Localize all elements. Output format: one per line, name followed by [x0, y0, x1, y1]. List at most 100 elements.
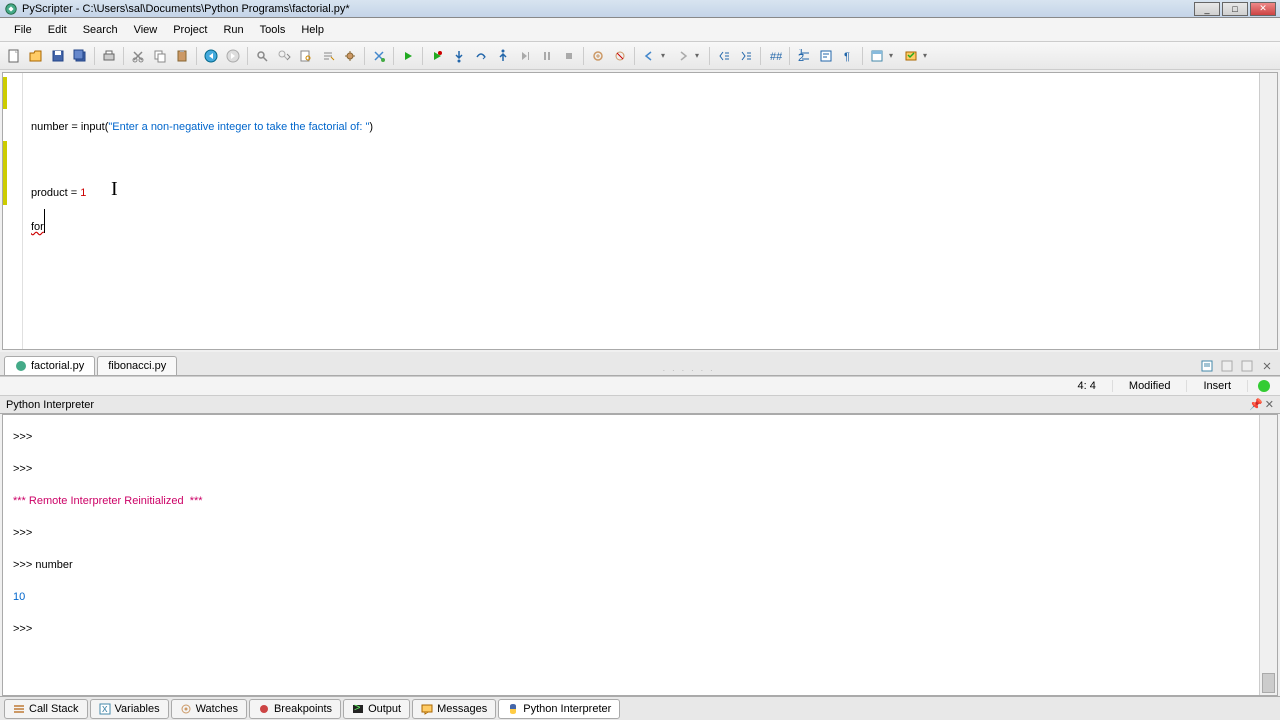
save-button[interactable] — [48, 46, 68, 66]
toggle-breakpoint-button[interactable] — [588, 46, 608, 66]
special-chars-button[interactable]: ¶ — [838, 46, 858, 66]
tab-breakpoints[interactable]: Breakpoints — [249, 699, 341, 719]
tab-call-stack[interactable]: Call Stack — [4, 699, 88, 719]
layout-button[interactable] — [867, 46, 887, 66]
copy-button[interactable] — [150, 46, 170, 66]
console-line: >>> — [13, 453, 1267, 485]
menu-view[interactable]: View — [126, 21, 166, 39]
configure-button[interactable] — [340, 46, 360, 66]
tab-factorial[interactable]: factorial.py — [4, 356, 95, 375]
debug-button[interactable] — [427, 46, 447, 66]
tab-next-button[interactable] — [1238, 357, 1256, 375]
editor-scrollbar[interactable] — [1259, 73, 1277, 349]
tab-output[interactable]: > Output — [343, 699, 410, 719]
console-line: >>> — [13, 517, 1267, 549]
nav-forward-dropdown[interactable]: ▾ — [695, 51, 705, 60]
tab-close-button[interactable] — [1258, 357, 1276, 375]
tab-fibonacci[interactable]: fibonacci.py — [97, 356, 177, 375]
save-all-button[interactable] — [70, 46, 90, 66]
python-interpreter-console[interactable]: >>> >>> *** Remote Interpreter Reinitial… — [2, 414, 1278, 696]
tab-variables[interactable]: x Variables — [90, 699, 169, 719]
status-bar: 4: 4 Modified Insert — [0, 376, 1280, 396]
tabs-grip[interactable]: · · · · · · — [179, 365, 1198, 375]
tab-watches[interactable]: Watches — [171, 699, 247, 719]
options-dropdown[interactable]: ▾ — [923, 51, 933, 60]
step-over-button[interactable] — [471, 46, 491, 66]
find-next-button[interactable] — [274, 46, 294, 66]
tab-label: Python Interpreter — [523, 703, 611, 715]
step-out-button[interactable] — [493, 46, 513, 66]
menu-help[interactable]: Help — [293, 21, 332, 39]
breakpoints-icon — [258, 703, 270, 715]
indent-button[interactable] — [736, 46, 756, 66]
syntax-check-button[interactable] — [369, 46, 389, 66]
print-button[interactable] — [99, 46, 119, 66]
watches-icon — [180, 703, 192, 715]
console-scrollbar[interactable] — [1259, 415, 1277, 695]
svg-text:¶: ¶ — [844, 51, 850, 63]
find-button[interactable] — [252, 46, 272, 66]
minimize-button[interactable]: _ — [1194, 2, 1220, 16]
toolbar-separator — [196, 47, 197, 65]
svg-text:##: ## — [770, 51, 782, 63]
code-area[interactable]: number = input("Enter a non-negative int… — [23, 73, 1259, 349]
tab-messages[interactable]: Messages — [412, 699, 496, 719]
toolbar-separator — [94, 47, 95, 65]
pause-button[interactable] — [537, 46, 557, 66]
pin-button[interactable]: 📌 — [1249, 398, 1263, 411]
browser-forward-button[interactable] — [223, 46, 243, 66]
close-panel-button[interactable]: ✕ — [1265, 398, 1274, 411]
text-cursor — [44, 209, 45, 233]
menu-tools[interactable]: Tools — [252, 21, 294, 39]
new-file-button[interactable] — [4, 46, 24, 66]
run-to-cursor-button[interactable] — [515, 46, 535, 66]
insert-mode: Insert — [1187, 380, 1248, 392]
replace-button[interactable] — [318, 46, 338, 66]
output-icon: > — [352, 703, 364, 715]
toolbar: ▾ ▾ ## 12 ¶ ▾ ▾ — [0, 42, 1280, 70]
clear-breakpoints-button[interactable] — [610, 46, 630, 66]
options-button[interactable] — [901, 46, 921, 66]
toolbar-separator — [789, 47, 790, 65]
messages-icon — [421, 703, 433, 715]
line-numbers-button[interactable]: 12 — [794, 46, 814, 66]
run-button[interactable] — [398, 46, 418, 66]
layout-dropdown[interactable]: ▾ — [889, 51, 899, 60]
menu-project[interactable]: Project — [165, 21, 215, 39]
close-button[interactable]: ✕ — [1250, 2, 1276, 16]
tab-python-interpreter[interactable]: Python Interpreter — [498, 699, 620, 719]
tabs-controls — [1198, 357, 1276, 375]
code-editor[interactable]: number = input("Enter a non-negative int… — [2, 72, 1278, 350]
toolbar-separator — [364, 47, 365, 65]
code-token: product = 1 — [31, 187, 86, 199]
menu-search[interactable]: Search — [75, 21, 126, 39]
word-wrap-button[interactable] — [816, 46, 836, 66]
toolbar-separator — [583, 47, 584, 65]
dedent-button[interactable] — [714, 46, 734, 66]
menu-run[interactable]: Run — [215, 21, 251, 39]
maximize-button[interactable]: □ — [1222, 2, 1248, 16]
console-line: >>> — [13, 421, 1267, 453]
svg-text:2: 2 — [798, 52, 804, 63]
tab-label: Breakpoints — [274, 703, 332, 715]
open-file-button[interactable] — [26, 46, 46, 66]
browser-back-button[interactable] — [201, 46, 221, 66]
find-in-files-button[interactable] — [296, 46, 316, 66]
cursor-position: 4: 4 — [1062, 380, 1113, 392]
step-into-button[interactable] — [449, 46, 469, 66]
menu-bar: File Edit Search View Project Run Tools … — [0, 18, 1280, 42]
window-titlebar: PyScripter - C:\Users\sal\Documents\Pyth… — [0, 0, 1280, 18]
console-output: 10 — [13, 581, 1267, 613]
nav-forward-button[interactable] — [673, 46, 693, 66]
menu-edit[interactable]: Edit — [40, 21, 75, 39]
comment-button[interactable]: ## — [765, 46, 785, 66]
menu-file[interactable]: File — [6, 21, 40, 39]
console-line: >>> — [13, 613, 1267, 645]
cut-button[interactable] — [128, 46, 148, 66]
tab-list-button[interactable] — [1198, 357, 1216, 375]
paste-button[interactable] — [172, 46, 192, 66]
nav-back-dropdown[interactable]: ▾ — [661, 51, 671, 60]
tab-prev-button[interactable] — [1218, 357, 1236, 375]
nav-back-button[interactable] — [639, 46, 659, 66]
stop-button[interactable] — [559, 46, 579, 66]
